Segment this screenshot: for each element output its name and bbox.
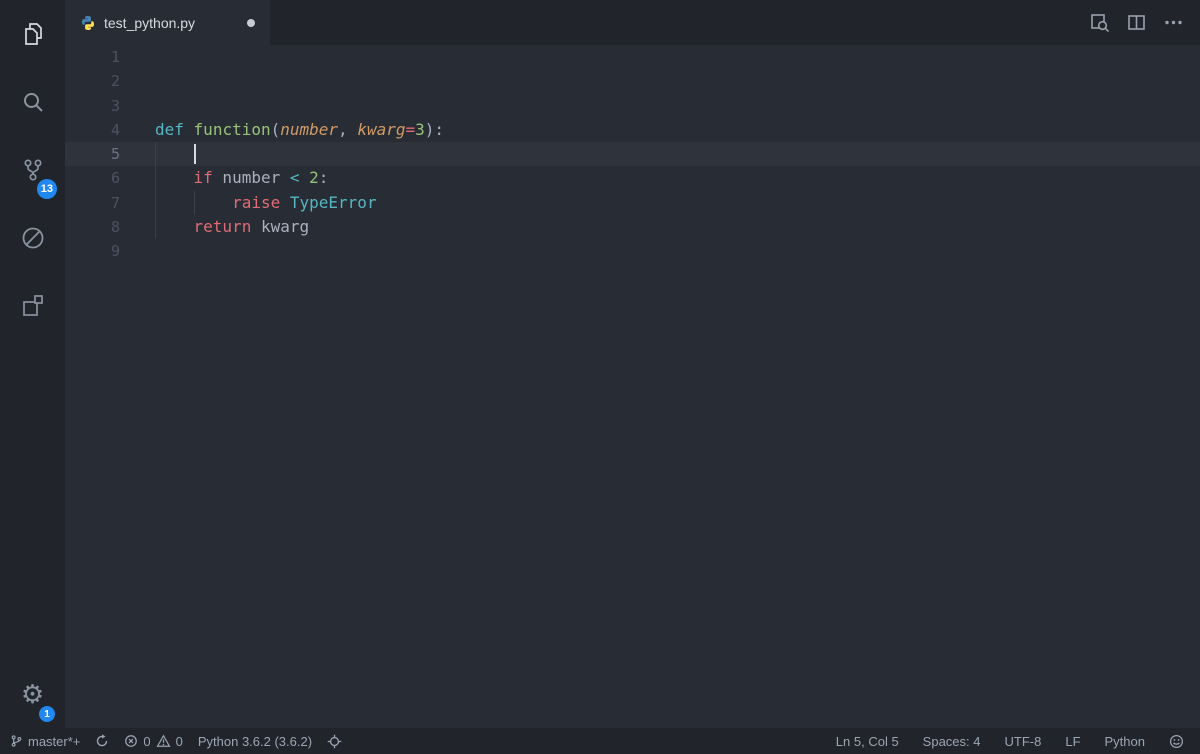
warning-icon	[156, 734, 171, 748]
code-line[interactable]: 4 def function(number, kwarg=3):	[65, 118, 1200, 142]
editor-area: test_python.py	[65, 0, 1200, 728]
indent-guide	[194, 191, 195, 215]
code-line[interactable]: 1	[65, 45, 1200, 69]
gear-icon: ⚙	[21, 681, 44, 707]
code-line[interactable]: 3	[65, 94, 1200, 118]
more-actions-icon	[1163, 12, 1184, 33]
tab-test-python[interactable]: test_python.py	[65, 0, 270, 45]
source-control-badge: 13	[37, 179, 57, 199]
line-number: 6	[65, 166, 120, 190]
line-number: 2	[65, 69, 120, 93]
line-content	[155, 142, 1200, 166]
python-interpreter-status[interactable]: Python 3.6.2 (3.6.2)	[198, 734, 312, 749]
modified-indicator	[247, 19, 255, 27]
line-content: if number < 2:	[155, 166, 1200, 190]
line-number: 8	[65, 215, 120, 239]
target-icon	[327, 734, 342, 749]
sidebar-item-search[interactable]	[0, 68, 65, 136]
line-number: 4	[65, 118, 120, 142]
split-editor-button[interactable]	[1126, 12, 1147, 33]
open-preview-button[interactable]	[1089, 12, 1110, 33]
extensions-icon	[19, 292, 47, 320]
indent-guide	[155, 191, 156, 215]
open-preview-icon	[1089, 12, 1110, 33]
sidebar-item-explorer[interactable]	[0, 0, 65, 68]
linter-target-button[interactable]	[327, 734, 342, 749]
editor[interactable]: 1234 def function(number, kwarg=3): 5 6 if…	[65, 45, 1200, 728]
code-line[interactable]: 7 raise TypeError	[65, 191, 1200, 215]
language-mode-status[interactable]: Python	[1105, 734, 1145, 749]
status-bar-right: Ln 5, Col 5 Spaces: 4 UTF-8 LF Python	[836, 734, 1190, 749]
editor-actions	[1089, 0, 1200, 45]
more-actions-button[interactable]	[1163, 12, 1184, 33]
git-branch-icon	[10, 734, 23, 748]
line-content: def function(number, kwarg=3):	[155, 118, 1200, 142]
indent-guide	[155, 215, 156, 239]
line-number: 5	[65, 142, 120, 166]
text-cursor	[194, 144, 196, 164]
python-file-icon	[80, 15, 96, 31]
vscode-window: 13 ⚙	[0, 0, 1200, 754]
code-line[interactable]: 8 return kwarg	[65, 215, 1200, 239]
status-bar-left: master*+ 0	[10, 734, 342, 749]
cursor-position-status[interactable]: Ln 5, Col 5	[836, 734, 899, 749]
eol-status[interactable]: LF	[1065, 734, 1080, 749]
line-content	[155, 69, 1200, 93]
python-interpreter-label: Python 3.6.2 (3.6.2)	[198, 734, 312, 749]
sidebar-item-source-control[interactable]: 13	[0, 136, 65, 204]
line-content	[155, 45, 1200, 69]
error-count: 0	[143, 734, 150, 749]
encoding-status[interactable]: UTF-8	[1005, 734, 1042, 749]
line-number: 1	[65, 45, 120, 69]
activity-bar: 13 ⚙	[0, 0, 65, 728]
code-line[interactable]: 5	[65, 142, 1200, 166]
sync-icon	[95, 734, 109, 748]
sidebar-item-extensions[interactable]	[0, 272, 65, 340]
split-editor-icon	[1126, 12, 1147, 33]
sync-button[interactable]	[95, 734, 109, 748]
search-icon	[19, 88, 47, 116]
line-number: 7	[65, 191, 120, 215]
error-icon	[124, 734, 138, 748]
git-branch-status[interactable]: master*+	[10, 734, 80, 749]
sidebar-item-debug[interactable]	[0, 204, 65, 272]
code-line[interactable]: 2	[65, 69, 1200, 93]
settings-button[interactable]: ⚙ 1	[0, 660, 65, 728]
editor-lines: 1234 def function(number, kwarg=3): 5 6 if…	[65, 45, 1200, 264]
warning-count: 0	[176, 734, 183, 749]
status-bar: master*+ 0	[0, 728, 1200, 754]
feedback-button[interactable]	[1169, 734, 1184, 749]
problems-status[interactable]: 0 0	[124, 734, 182, 749]
indent-guide	[155, 142, 156, 166]
line-content	[155, 239, 1200, 263]
line-content: return kwarg	[155, 215, 1200, 239]
indentation-status[interactable]: Spaces: 4	[923, 734, 981, 749]
activity-bar-spacer	[0, 340, 65, 660]
tab-label: test_python.py	[104, 15, 195, 31]
feedback-smiley-icon	[1169, 734, 1184, 749]
line-content	[155, 94, 1200, 118]
code-line[interactable]: 9	[65, 239, 1200, 263]
line-number: 3	[65, 94, 120, 118]
code-line[interactable]: 6 if number < 2:	[65, 166, 1200, 190]
git-branch-label: master*+	[28, 734, 80, 749]
files-icon	[19, 20, 47, 48]
settings-badge: 1	[39, 706, 55, 722]
line-number: 9	[65, 239, 120, 263]
line-content: raise TypeError	[155, 191, 1200, 215]
tab-bar: test_python.py	[65, 0, 1200, 45]
debug-icon	[19, 224, 47, 252]
workbench: 13 ⚙	[0, 0, 1200, 728]
indent-guide	[155, 166, 156, 190]
